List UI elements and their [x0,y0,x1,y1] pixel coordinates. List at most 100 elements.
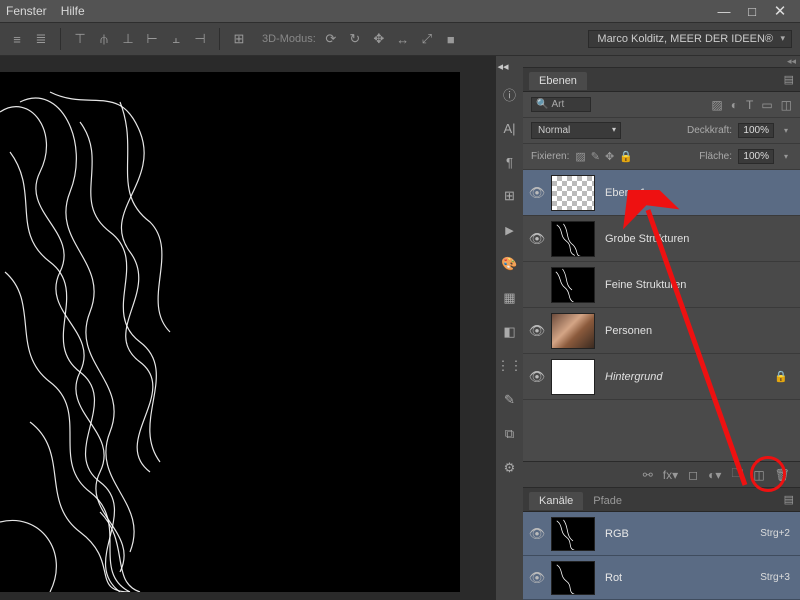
adjustments-panel-icon[interactable]: ◧ [500,322,520,342]
distribute-left-icon[interactable]: ⊢ [143,30,161,48]
paragraph-panel-icon[interactable]: ¶ [500,152,520,172]
layer-filter-row: 🔍Art ▨ ◐ T ▭ ◫ [523,92,800,118]
layer-fx-icon[interactable]: fx▾ [663,468,678,482]
layer-row[interactable]: Feine Strukturen [523,262,800,308]
layer-row[interactable]: 👁 Grobe Strukturen [523,216,800,262]
layers-tab[interactable]: Ebenen [529,72,587,90]
eyedropper-panel-icon[interactable]: ✎ [500,390,520,410]
distribute-h-icon[interactable]: ⫠ [167,30,185,48]
clone-panel-icon[interactable]: ⧉ [500,424,520,444]
visibility-toggle[interactable]: 👁 [523,231,551,247]
channel-row[interactable]: 👁 RGB Strg+2 [523,512,800,556]
fill-arrow-icon[interactable]: ▾ [780,152,792,161]
layer-thumb[interactable] [551,221,595,257]
new-layer-icon[interactable]: ◫ [753,468,764,482]
delete-layer-icon[interactable]: 🗑 [775,468,790,482]
options-toolbar: ≡ ≣ ⊤ ⫛ ⊥ ⊢ ⫠ ⊣ ⊞ 3D-Modus: ⟳ ↻ ✥ ↔ ⤢ ■ … [0,22,800,56]
lock-paint-icon[interactable]: ✎ [591,150,600,163]
channels-tab[interactable]: Kanäle [529,492,583,510]
panel-menu-icon[interactable]: ▤ [784,493,794,506]
info-panel-icon[interactable]: ⓘ [500,84,520,104]
paths-tab[interactable]: Pfade [583,492,632,510]
swatches-panel-icon[interactable]: ▦ [500,288,520,308]
mode3d-roll-icon[interactable]: ↻ [346,30,364,48]
mode3d-scale-icon[interactable]: ⤢ [418,30,436,48]
filter-shape-icon[interactable]: ▭ [761,98,772,112]
mode3d-pan-icon[interactable]: ✥ [370,30,388,48]
filter-smart-icon[interactable]: ◫ [781,98,792,112]
adjustment-layer-icon[interactable]: ◐▾ [708,468,721,482]
visibility-toggle[interactable]: 👁 [523,570,551,586]
tool-presets-icon[interactable]: ⚙ [500,458,520,478]
opacity-value[interactable]: 100% [738,123,774,138]
brush-panel-icon[interactable]: ⋮⋮ [500,356,520,376]
filter-adjust-icon[interactable]: ◐ [731,98,738,112]
layers-panel-header: Ebenen ▤ [523,68,800,92]
channel-thumb[interactable] [551,561,595,595]
menubar: Fenster Hilfe [0,0,800,22]
workspace-switcher[interactable]: Marco Kolditz, MEER DER IDEEN® [588,30,792,48]
canvas[interactable] [0,72,460,592]
collapse-handle[interactable]: ◂◂ [498,60,522,70]
layer-thumb[interactable] [551,175,595,211]
layer-thumb[interactable] [551,313,595,349]
channel-thumb[interactable] [551,517,595,551]
styles-panel-icon[interactable]: ⊞ [500,186,520,206]
visibility-toggle[interactable]: 👁 [523,526,551,542]
opacity-label: Deckkraft: [687,125,732,136]
distribute-top-icon[interactable]: ⊤ [71,30,89,48]
blend-mode-dropdown[interactable]: Normal [531,122,621,139]
layer-name[interactable]: Grobe Strukturen [605,233,689,245]
visibility-toggle[interactable]: 👁 [523,323,551,339]
channel-name: RGB [605,528,629,540]
layer-mask-icon[interactable]: ◻ [688,468,698,482]
character-panel-icon[interactable]: A| [500,118,520,138]
color-panel-icon[interactable]: 🎨 [500,254,520,274]
layer-list: 👁 Ebene 1 👁 Grobe Strukturen Feine Struk… [523,170,800,461]
layer-name[interactable]: Feine Strukturen [605,279,686,291]
layer-name[interactable]: Hintergrund [605,371,662,383]
layer-name[interactable]: Personen [605,325,652,337]
lock-position-icon[interactable]: ✥ [605,150,614,163]
layer-row[interactable]: 👁 Hintergrund 🔒 [523,354,800,400]
layer-thumb[interactable] [551,267,595,303]
lock-fill-row: Fixieren: ▨ ✎ ✥ 🔒 Fläche: 100% ▾ [523,144,800,170]
document-area [0,56,495,600]
layer-group-icon[interactable]: 🗀 [731,464,743,485]
panel-collapse-handle[interactable]: ◂◂ [523,56,800,68]
channel-row[interactable]: 👁 Rot Strg+3 [523,556,800,600]
layer-name[interactable]: Ebene 1 [605,187,646,199]
mode3d-slide-icon[interactable]: ↔ [394,30,412,48]
link-layers-icon[interactable]: ⚯ [643,468,653,482]
lock-transparency-icon[interactable]: ▨ [575,150,585,163]
close-button[interactable]: ✕ [766,2,794,20]
auto-align-icon[interactable]: ⊞ [230,30,248,48]
layer-row[interactable]: 👁 Personen [523,308,800,354]
minimize-button[interactable]: — [710,2,738,20]
maximize-button[interactable]: □ [738,2,766,20]
mode3d-light-icon[interactable]: ■ [442,30,460,48]
actions-panel-icon[interactable]: ▶ [500,220,520,240]
align-icon-2[interactable]: ≣ [32,30,50,48]
opacity-arrow-icon[interactable]: ▾ [780,126,792,135]
layer-row[interactable]: 👁 Ebene 1 [523,170,800,216]
align-icon[interactable]: ≡ [8,30,26,48]
panel-menu-icon[interactable]: ▤ [784,73,794,86]
filter-pixel-icon[interactable]: ▨ [711,98,722,112]
menu-hilfe[interactable]: Hilfe [61,4,85,18]
visibility-toggle[interactable]: 👁 [523,185,551,201]
filter-type-icon[interactable]: T [746,98,753,112]
distribute-v-icon[interactable]: ⫛ [95,30,113,48]
fill-value[interactable]: 100% [738,149,774,164]
window-controls: — □ ✕ [710,2,794,20]
distribute-right-icon[interactable]: ⊣ [191,30,209,48]
layer-filter-type[interactable]: 🔍Art [531,97,591,112]
layers-footer: ⚯ fx▾ ◻ ◐▾ 🗀 ◫ 🗑 [523,461,800,487]
layer-thumb[interactable] [551,359,595,395]
mode3d-orbit-icon[interactable]: ⟳ [322,30,340,48]
menu-fenster[interactable]: Fenster [6,4,47,18]
visibility-toggle[interactable]: 👁 [523,369,551,385]
lock-all-icon[interactable]: 🔒 [619,150,633,163]
blend-opacity-row: Normal Deckkraft: 100% ▾ [523,118,800,144]
distribute-bottom-icon[interactable]: ⊥ [119,30,137,48]
